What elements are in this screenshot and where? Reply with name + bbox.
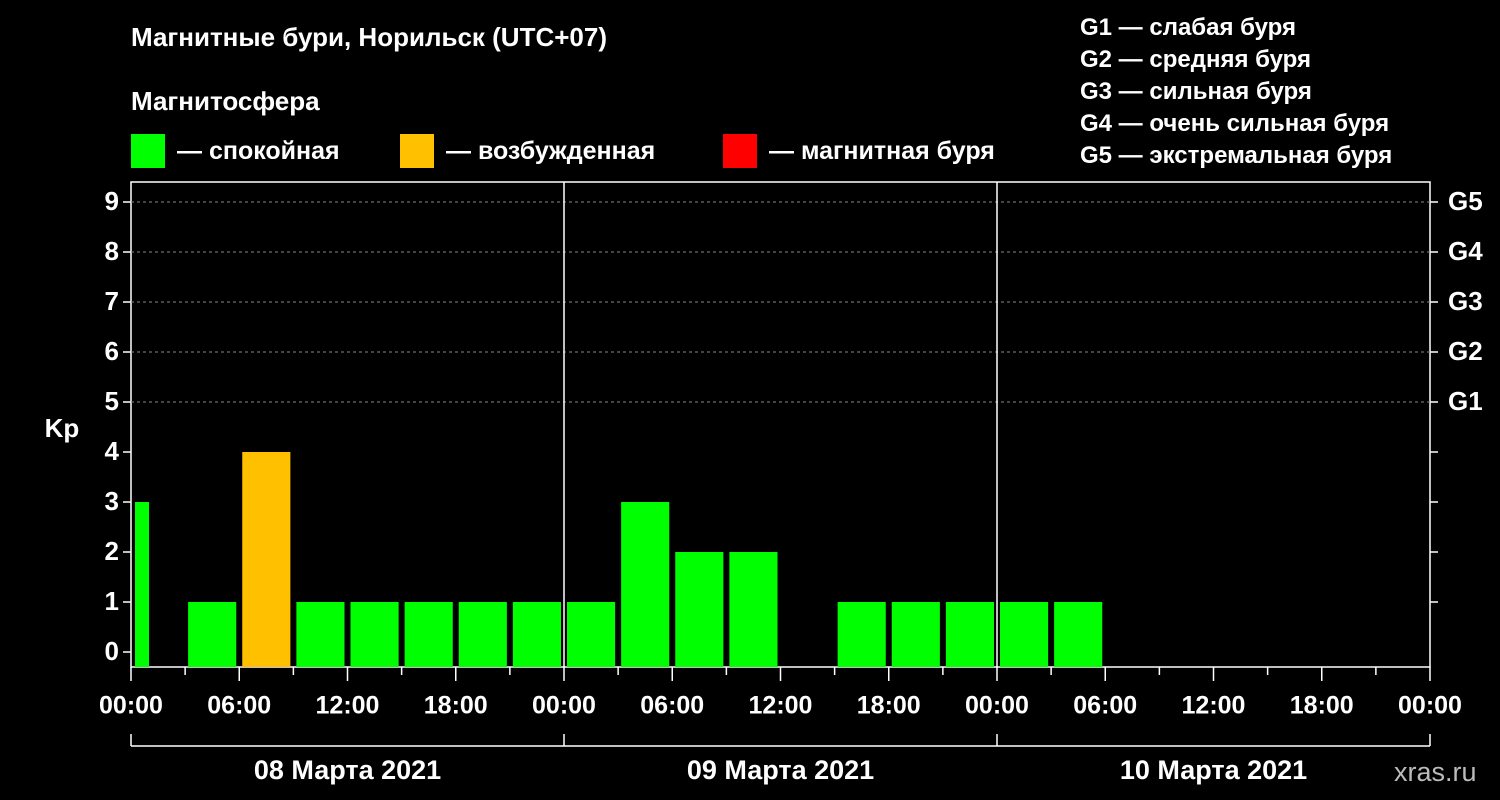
kp-bar (188, 602, 237, 667)
x-tick-label: 00:00 (99, 692, 163, 720)
y-tick-label: 0 (105, 636, 119, 666)
x-tick-label: 12:00 (1182, 692, 1246, 720)
x-tick-label: 00:00 (965, 692, 1029, 720)
kp-bar (350, 602, 399, 667)
day-label: 09 Марта 2021 (687, 755, 874, 785)
day-label: 10 Марта 2021 (1120, 755, 1307, 785)
y-tick-label: 7 (105, 286, 119, 316)
x-tick-label: 12:00 (749, 692, 813, 720)
g-scale-label: G4 (1448, 236, 1483, 266)
kp-chart: 0 1 2 3 4 5 6 7 8 9 G1 G2 G3 G4 G5 Kp 00:00 06:00 12:00 18:… (45, 181, 1483, 785)
kp-bar (242, 452, 291, 667)
y-tick-label: 2 (105, 536, 119, 566)
y-tick-label: 6 (105, 336, 119, 366)
x-tick-label: 18:00 (1290, 692, 1354, 720)
g-scale-label: G5 (1448, 186, 1483, 216)
y-tick-label: 8 (105, 236, 119, 266)
kp-bar (567, 602, 616, 667)
kp-bar (512, 602, 561, 667)
y-axis-label: Kp (45, 413, 80, 443)
x-tick-label: 06:00 (207, 692, 271, 720)
g-scale-label: G1 (1448, 386, 1483, 416)
kp-bar (621, 502, 670, 667)
x-tick-label: 00:00 (532, 692, 596, 720)
watermark: xras.ru (1394, 757, 1477, 787)
kp-bar (458, 602, 507, 667)
x-tick-label: 06:00 (640, 692, 704, 720)
x-tick-label: 18:00 (857, 692, 921, 720)
x-tick-label: 18:00 (424, 692, 488, 720)
kp-bar (729, 552, 778, 667)
plot-frame (130, 181, 1431, 668)
y-tick-label: 5 (105, 386, 119, 416)
kp-bar (296, 602, 345, 667)
kp-bar (1000, 602, 1049, 667)
day-label: 08 Марта 2021 (254, 755, 441, 785)
y-tick-label: 3 (105, 486, 119, 516)
kp-bar (1054, 602, 1103, 667)
g-scale-label: G3 (1448, 286, 1483, 316)
kp-bar (135, 502, 149, 667)
x-tick-label: 00:00 (1398, 692, 1462, 720)
kp-bar (891, 602, 940, 667)
y-tick-label: 9 (105, 186, 119, 216)
y-tick-label: 4 (105, 436, 120, 466)
kp-bar (404, 602, 453, 667)
g-scale-label: G2 (1448, 336, 1483, 366)
kp-bar (837, 602, 886, 667)
kp-bar (675, 552, 724, 667)
y-tick-label: 1 (105, 586, 119, 616)
x-tick-label: 12:00 (316, 692, 380, 720)
kp-bar (945, 602, 994, 667)
x-tick-label: 06:00 (1073, 692, 1137, 720)
